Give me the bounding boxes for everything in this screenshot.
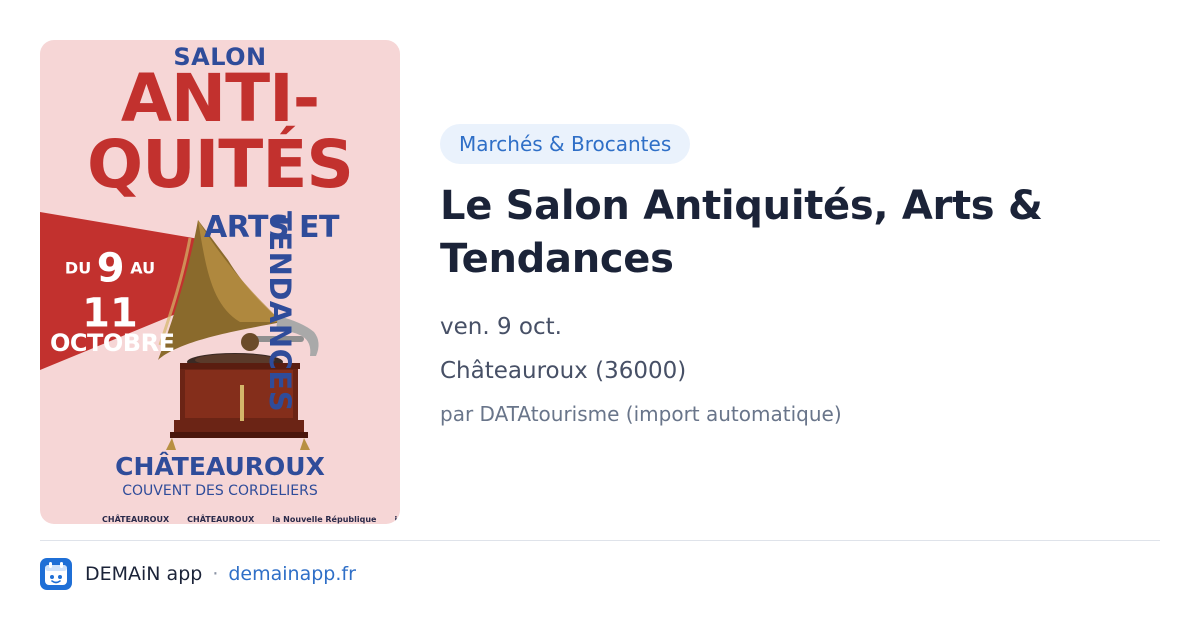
poster-date-start: 9 [96, 245, 125, 292]
event-source: par DATAtourisme (import automatique) [440, 402, 842, 426]
sponsor-logo: la Nouvelle République [272, 515, 377, 524]
poster-title-line1: ANTI- [120, 60, 320, 137]
poster-sponsor-logos: CHÂTEAUROUX CHÂTEAUROUX la Nouvelle Répu… [102, 510, 400, 524]
sponsor-logo: ici [394, 515, 400, 524]
demain-app-logo-icon [40, 558, 72, 590]
sponsor-logo: CHÂTEAUROUX [187, 515, 255, 524]
poster-venue: COUVENT DES CORDELIERS [122, 483, 318, 499]
poster-date-au: AU [130, 258, 156, 278]
poster-date-du: DU [64, 258, 92, 278]
app-name: DEMAiN app [85, 563, 203, 585]
footer: DEMAiN app · demainapp.fr [40, 558, 356, 590]
poster-city: CHÂTEAUROUX [115, 452, 325, 481]
poster-date-month: OCTOBRE [50, 329, 175, 357]
poster-date-block: DU 9 AU 11 OCTOBRE [50, 245, 175, 358]
app-domain-link[interactable]: demainapp.fr [228, 563, 356, 585]
event-poster[interactable]: SALON ANTI- QUITÉS ARTS ET TENDANCES DU … [40, 40, 400, 524]
event-location: Châteauroux (36000) [440, 358, 687, 384]
poster-title-line2: QUITÉS [87, 126, 354, 203]
sponsor-logo: CHÂTEAUROUX [102, 515, 170, 524]
poster-tendances-text: TENDANCES [263, 211, 297, 413]
event-date: ven. 9 oct. [440, 314, 562, 340]
category-badge[interactable]: Marchés & Brocantes [440, 124, 691, 164]
event-title[interactable]: Le Salon Antiquités, Arts & Tendances [440, 180, 1140, 286]
footer-separator: · [212, 563, 219, 585]
footer-divider [40, 540, 1160, 541]
